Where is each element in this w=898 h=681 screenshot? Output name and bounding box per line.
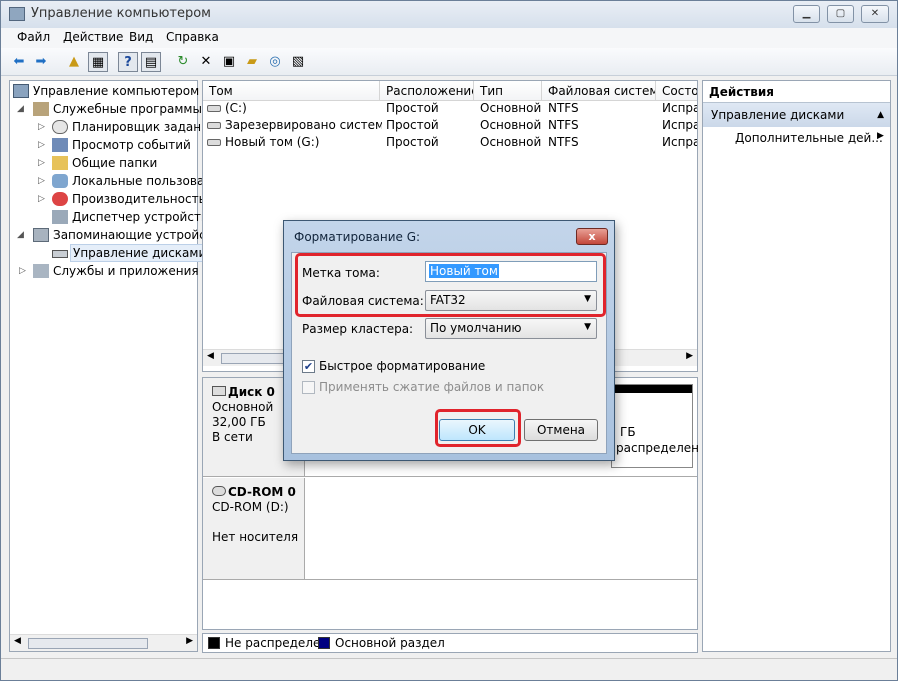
actions-pane: Действия Управление дисками ▲ Дополнител…	[702, 80, 891, 652]
menu-bar: Файл Действие Вид Справка	[1, 28, 897, 48]
scroll-thumb[interactable]	[28, 638, 148, 649]
help-topic-icon[interactable]: ▧	[288, 52, 308, 72]
disk-icon	[52, 250, 68, 258]
collapse-arrow-icon[interactable]: ◢	[17, 226, 24, 244]
dropdown-arrow-icon: ▼	[584, 322, 591, 332]
partition-unallocated[interactable]: ГБ распределен	[611, 384, 699, 468]
device-manager-icon	[52, 210, 68, 224]
toolbar: ⬅ ➡ ▲ ▦ ? ▤ ↻ ✕ ▣ ▰ ◎ ▧	[1, 48, 897, 76]
show-hide-tree-icon[interactable]: ▦	[88, 52, 108, 72]
scroll-right-icon[interactable]: ▶	[186, 636, 193, 646]
volume-icon	[207, 139, 221, 146]
expand-arrow-icon[interactable]: ▷	[19, 262, 26, 280]
navigation-tree: Управление компьютером (л ◢ Служебные пр…	[9, 80, 219, 652]
console-icon[interactable]: ▤	[141, 52, 161, 72]
close-window-button[interactable]: ✕	[861, 5, 889, 23]
shared-folder-icon	[52, 156, 68, 170]
legend-unallocated-label: Не распределен	[225, 636, 329, 650]
menu-view[interactable]: Вид	[129, 30, 153, 44]
compression-label: Применять сжатие файлов и папок	[319, 380, 545, 394]
scroll-left-icon[interactable]: ◀	[14, 636, 21, 646]
computer-management-icon	[9, 7, 25, 21]
volume-icon	[207, 122, 221, 129]
actions-section-disk-management[interactable]: Управление дисками ▲	[703, 103, 890, 127]
column-header-type[interactable]: Тип	[474, 81, 542, 101]
refresh-icon[interactable]: ↻	[173, 52, 193, 72]
expand-arrow-icon[interactable]: ▷	[38, 136, 45, 154]
column-header-volume[interactable]: Том	[203, 81, 380, 101]
help-icon[interactable]: ?	[118, 52, 138, 72]
event-viewer-icon	[52, 138, 68, 152]
column-header-layout[interactable]: Расположение	[380, 81, 474, 101]
scroll-right-icon[interactable]: ▶	[686, 351, 693, 361]
performance-icon	[52, 192, 68, 206]
tree-item-performance[interactable]: ▷ Производительность	[10, 190, 206, 208]
menu-help[interactable]: Справка	[166, 30, 219, 44]
window-title: Управление компьютером	[31, 6, 211, 21]
collapse-arrow-icon[interactable]: ▲	[877, 103, 884, 127]
storage-icon	[33, 228, 49, 242]
legend-unallocated-swatch	[208, 637, 220, 649]
column-header-filesystem[interactable]: Файловая система	[542, 81, 656, 101]
forward-icon[interactable]: ➡	[31, 52, 51, 72]
computer-icon	[13, 84, 29, 98]
tools-icon	[33, 102, 49, 116]
actions-header: Действия	[703, 81, 890, 103]
title-bar: Управление компьютером ▁ ▢ ✕	[1, 1, 897, 28]
tree-horizontal-scrollbar[interactable]: ◀ ▶	[10, 634, 197, 651]
clock-icon	[52, 120, 68, 134]
tree-item-storage[interactable]: ◢ Запоминающие устройст	[10, 226, 213, 244]
dialog-close-button[interactable]: x	[576, 228, 608, 245]
tree-item-shared-folders[interactable]: ▷ Общие папки	[10, 154, 197, 172]
quick-format-checkbox[interactable]: ✔	[302, 360, 315, 373]
delete-icon[interactable]: ✕	[196, 52, 216, 72]
disk-icon	[212, 386, 226, 396]
minimize-button[interactable]: ▁	[793, 5, 820, 23]
search-icon[interactable]: ◎	[265, 52, 285, 72]
expand-arrow-icon[interactable]: ▷	[38, 118, 45, 136]
legend-primary-label: Основной раздел	[335, 636, 445, 650]
properties-icon[interactable]: ▣	[219, 52, 239, 72]
maximize-button[interactable]: ▢	[827, 5, 854, 23]
collapse-arrow-icon[interactable]: ◢	[17, 100, 24, 118]
highlight-box-fields	[295, 253, 606, 317]
cancel-button[interactable]: Отмена	[524, 419, 598, 441]
menu-action[interactable]: Действие	[63, 30, 123, 44]
tree-item-services-apps[interactable]: ▷ Службы и приложения	[10, 262, 199, 280]
cdrom-0-label[interactable]: CD-ROM 0 CD-ROM (D:) Нет носителя	[203, 478, 305, 579]
expand-arrow-icon[interactable]: ▷	[38, 190, 45, 208]
quick-format-label: Быстрое форматирование	[319, 359, 486, 373]
tree-item-device-manager[interactable]: Диспетчер устройств	[10, 208, 208, 226]
scroll-left-icon[interactable]: ◀	[207, 351, 214, 361]
submenu-arrow-icon: ▶	[877, 131, 884, 141]
tree-item-disk-management[interactable]: Управление дисками	[10, 244, 210, 262]
dialog-title: Форматирование G:	[294, 230, 421, 244]
legend-primary-swatch	[318, 637, 330, 649]
users-icon	[52, 174, 68, 188]
back-icon[interactable]: ⬅	[9, 52, 29, 72]
menu-file[interactable]: Файл	[17, 30, 50, 44]
highlight-box-ok	[435, 409, 521, 447]
expand-arrow-icon[interactable]: ▷	[38, 172, 45, 190]
cluster-size-caption: Размер кластера:	[302, 322, 414, 336]
tree-item-system-tools[interactable]: ◢ Служебные программы	[10, 100, 202, 118]
volume-icon	[207, 105, 221, 112]
tree-item-task-scheduler[interactable]: ▷ Планировщик заданий	[10, 118, 217, 136]
column-header-status[interactable]: Состо	[656, 81, 697, 101]
open-icon[interactable]: ▰	[242, 52, 262, 72]
expand-arrow-icon[interactable]: ▷	[38, 154, 45, 172]
cluster-size-select[interactable]: По умолчанию ▼	[425, 318, 597, 339]
up-folder-icon[interactable]: ▲	[64, 52, 84, 72]
tree-item-local-users[interactable]: ▷ Локальные пользовате	[10, 172, 219, 190]
more-actions-item[interactable]: Дополнительные дей... ▶	[735, 131, 884, 145]
legend: Не распределен Основной раздел	[202, 633, 698, 653]
cdrom-icon	[212, 486, 226, 496]
tree-item-event-viewer[interactable]: ▷ Просмотр событий	[10, 136, 197, 154]
compression-checkbox[interactable]	[302, 381, 315, 394]
status-bar	[1, 658, 897, 680]
services-icon	[33, 264, 49, 278]
tree-item-root[interactable]: Управление компьютером (л	[10, 82, 215, 100]
